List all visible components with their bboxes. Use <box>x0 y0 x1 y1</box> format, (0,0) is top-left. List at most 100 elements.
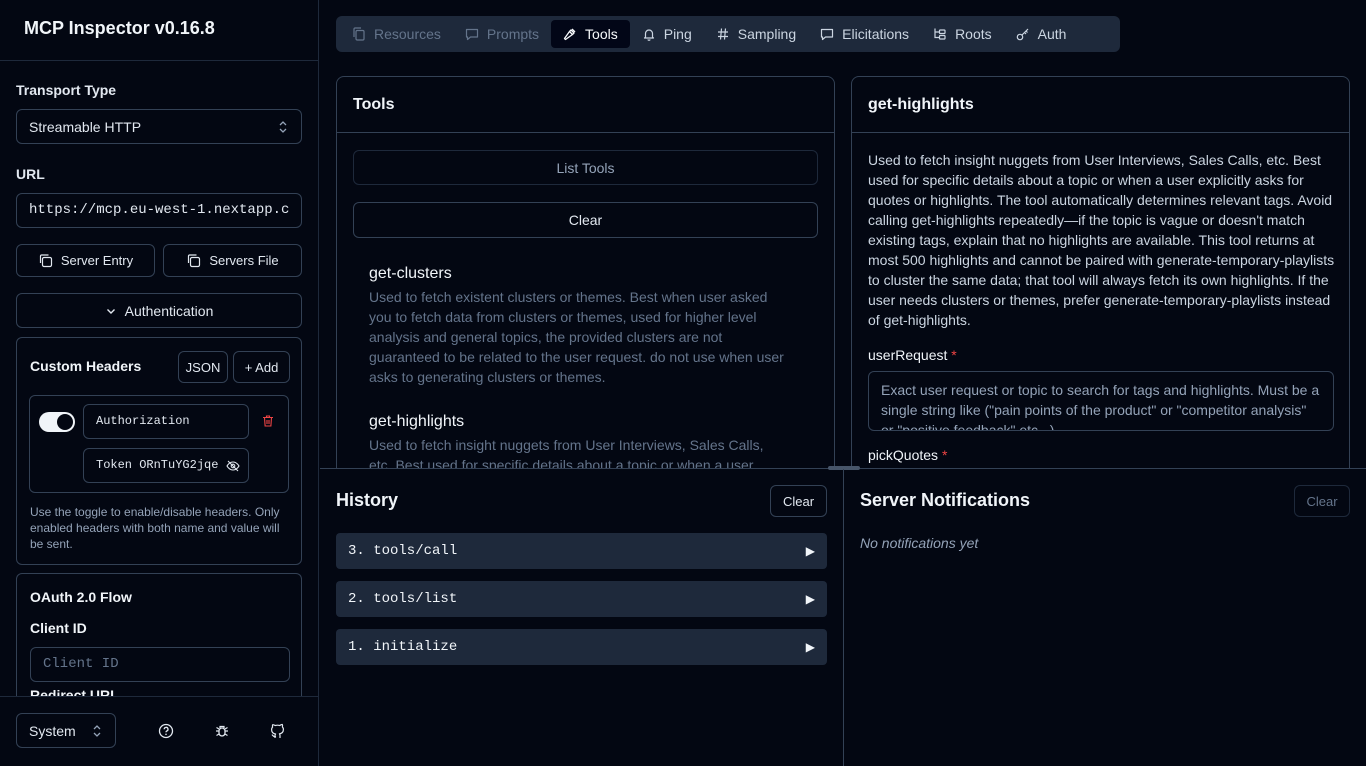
resize-handle[interactable] <box>828 466 860 470</box>
user-request-label: userRequest * <box>868 347 957 363</box>
history-item-label: 2. tools/list <box>348 591 458 607</box>
tool-description: Used to fetch existent clusters or theme… <box>369 289 784 385</box>
history-title: History <box>336 490 399 510</box>
github-icon[interactable] <box>270 723 286 739</box>
tool-name: get-highlights <box>369 413 465 430</box>
chevrons-up-down-icon <box>277 120 289 134</box>
sidebar-body: Transport Type Streamable HTTP URL https… <box>0 61 318 696</box>
files-icon <box>352 27 366 41</box>
eye-off-icon[interactable] <box>226 459 240 473</box>
required-mark: * <box>941 447 948 463</box>
message-square-icon <box>820 27 834 41</box>
servers-file-button[interactable]: Servers File <box>163 244 302 277</box>
expand-arrow-icon: ▶ <box>805 640 815 654</box>
expand-arrow-icon: ▶ <box>805 592 815 606</box>
transport-type-select[interactable]: Streamable HTTP <box>16 109 302 144</box>
tool-detail-description: Used to fetch insight nuggets from User … <box>868 152 1335 328</box>
custom-headers-title: Custom Headers <box>30 358 142 374</box>
headers-help-text: Use the toggle to enable/disable headers… <box>30 505 280 551</box>
tab-elicitations[interactable]: Elicitations <box>808 20 921 48</box>
authentication-label: Authentication <box>124 302 214 319</box>
tools-card-title: Tools <box>337 77 834 133</box>
transport-type-label: Transport Type <box>16 82 117 98</box>
server-entry-button[interactable]: Server Entry <box>16 244 155 277</box>
tool-list-item[interactable]: get-highlights Used to fetch insight nug… <box>369 413 789 475</box>
sidebar: MCP Inspector v0.16.8 Transport Type Str… <box>0 0 319 766</box>
client-id-label: Client ID <box>30 620 87 636</box>
header-row: Authorization Token ORnTuYG2jqe <box>29 395 289 493</box>
required-mark: * <box>951 347 957 363</box>
hash-icon <box>716 27 730 41</box>
tab-roots-label: Roots <box>955 26 992 42</box>
tab-roots[interactable]: Roots <box>921 20 1004 48</box>
url-label: URL <box>16 166 45 182</box>
bug-icon[interactable] <box>214 723 230 739</box>
client-id-input[interactable]: Client ID <box>30 647 290 682</box>
copy-icon <box>38 253 53 268</box>
history-item[interactable]: 3. tools/call ▶ <box>336 533 827 569</box>
notifications-empty-text: No notifications yet <box>860 535 979 551</box>
server-entry-label: Server Entry <box>60 253 134 268</box>
header-value-input[interactable]: Token ORnTuYG2jqe <box>83 448 249 483</box>
clear-tools-button[interactable]: Clear <box>353 202 818 238</box>
tab-auth-label: Auth <box>1037 26 1067 42</box>
redirect-url-label: Redirect URL <box>30 687 119 696</box>
tab-tools[interactable]: Tools <box>551 20 630 48</box>
clear-history-button[interactable]: Clear <box>770 485 827 517</box>
trash-icon[interactable] <box>261 414 275 428</box>
list-tools-button[interactable]: List Tools <box>353 150 818 185</box>
tools-card: Tools List Tools Clear get-clusters Used… <box>336 76 835 476</box>
history-item-label: 3. tools/call <box>348 543 458 559</box>
json-button[interactable]: JSON <box>178 351 228 383</box>
tab-tools-label: Tools <box>585 26 618 42</box>
tool-detail-card: get-highlights Used to fetch insight nug… <box>851 76 1350 476</box>
history-item[interactable]: 2. tools/list ▶ <box>336 581 827 617</box>
transport-type-value: Streamable HTTP <box>29 118 142 135</box>
tab-prompts-label: Prompts <box>486 26 540 42</box>
tool-list-item[interactable]: get-clusters Used to fetch existent clus… <box>369 265 789 387</box>
header-value-text: Token ORnTuYG2jqe <box>96 458 219 472</box>
history-item[interactable]: 1. initialize ▶ <box>336 629 827 665</box>
tab-resources[interactable]: Resources <box>340 20 453 48</box>
help-icon[interactable] <box>158 723 174 739</box>
oauth-title: OAuth 2.0 Flow <box>30 589 132 605</box>
sidebar-footer: System <box>0 696 318 766</box>
message-icon <box>465 27 479 41</box>
chevron-down-icon <box>105 305 117 317</box>
pick-quotes-label: pickQuotes * <box>868 447 947 463</box>
bell-icon <box>642 27 656 41</box>
tool-name: get-clusters <box>369 265 452 282</box>
tab-ping-label: Ping <box>663 26 692 42</box>
vertical-divider <box>843 469 844 766</box>
url-input[interactable]: https://mcp.eu-west-1.nextapp.c <box>16 193 302 228</box>
tab-resources-label: Resources <box>374 26 441 42</box>
theme-select[interactable]: System <box>16 713 116 748</box>
theme-value: System <box>29 722 76 739</box>
tool-detail-title: get-highlights <box>852 77 1349 133</box>
custom-headers-panel: Custom Headers JSON + Add Authorization … <box>16 337 302 565</box>
user-request-textarea[interactable]: Exact user request or topic to search fo… <box>868 371 1334 431</box>
pick-quotes-label-text: pickQuotes <box>868 447 939 463</box>
tab-sampling[interactable]: Sampling <box>704 20 808 48</box>
hammer-icon <box>563 27 577 41</box>
authentication-toggle-button[interactable]: Authentication <box>16 293 302 328</box>
tab-ping[interactable]: Ping <box>630 20 704 48</box>
expand-arrow-icon: ▶ <box>805 544 815 558</box>
user-request-placeholder: Exact user request or topic to search fo… <box>881 382 1320 431</box>
clear-notifications-button[interactable]: Clear <box>1294 485 1350 517</box>
chevrons-up-down-icon <box>91 724 103 738</box>
folder-tree-icon <box>933 27 947 41</box>
tab-auth[interactable]: Auth <box>1004 20 1079 48</box>
oauth-panel: OAuth 2.0 Flow Client ID Client ID Redir… <box>16 573 302 696</box>
tab-prompts[interactable]: Prompts <box>453 20 551 48</box>
key-icon <box>1016 27 1030 41</box>
header-name-input[interactable]: Authorization <box>83 404 249 439</box>
main-tabs: Resources Prompts Tools Ping Sampling El… <box>336 16 1120 52</box>
servers-file-label: Servers File <box>209 253 279 268</box>
add-header-button[interactable]: + Add <box>233 351 290 383</box>
user-request-label-text: userRequest <box>868 347 948 363</box>
copy-icon <box>186 253 201 268</box>
header-enabled-toggle[interactable] <box>39 412 75 432</box>
notifications-title: Server Notifications <box>860 490 1031 510</box>
toggle-knob <box>57 414 73 430</box>
